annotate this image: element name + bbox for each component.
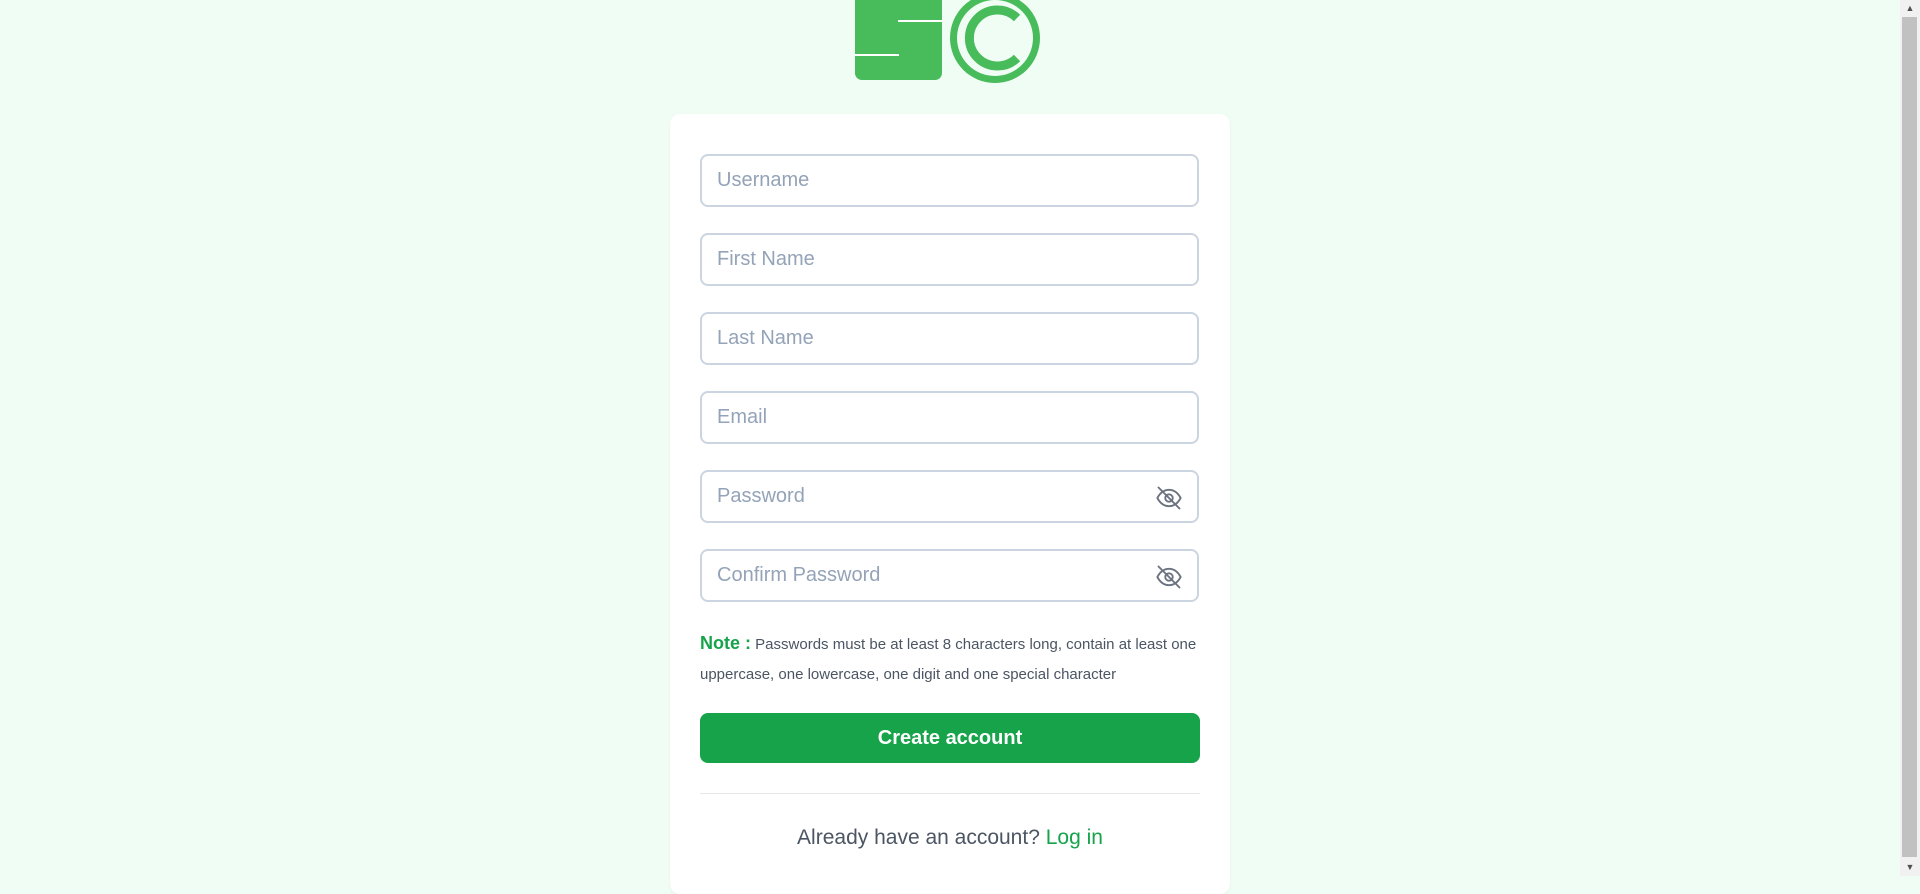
divider (700, 793, 1200, 794)
note-label: Note : (700, 633, 751, 653)
login-prompt-text: Already have an account? (797, 826, 1040, 849)
eye-off-icon[interactable] (1155, 484, 1183, 512)
logo (855, 0, 1040, 83)
create-account-button[interactable]: Create account (700, 713, 1200, 763)
username-input[interactable] (702, 156, 1197, 205)
confirm-password-input[interactable] (702, 551, 1197, 600)
first-name-field[interactable] (700, 233, 1199, 286)
password-field[interactable] (700, 470, 1199, 523)
last-name-input[interactable] (702, 314, 1197, 363)
scroll-up-arrow-icon[interactable]: ▲ (1900, 0, 1920, 17)
username-field[interactable] (700, 154, 1199, 207)
scrollbar-thumb[interactable] (1902, 17, 1917, 857)
email-input[interactable] (702, 393, 1197, 442)
password-note: Note : Passwords must be at least 8 char… (700, 628, 1200, 690)
note-text: Passwords must be at least 8 characters … (700, 636, 1197, 683)
eye-off-icon[interactable] (1155, 563, 1183, 591)
vertical-scrollbar[interactable]: ▲ ▼ (1900, 0, 1920, 876)
login-prompt: Already have an account? Log in (700, 826, 1200, 850)
scroll-down-arrow-icon[interactable]: ▼ (1900, 859, 1920, 876)
email-field[interactable] (700, 391, 1199, 444)
password-input[interactable] (702, 472, 1197, 521)
last-name-field[interactable] (700, 312, 1199, 365)
login-link[interactable]: Log in (1046, 826, 1103, 849)
signup-card: Note : Passwords must be at least 8 char… (670, 114, 1230, 894)
confirm-password-field[interactable] (700, 549, 1199, 602)
page: Note : Passwords must be at least 8 char… (0, 0, 1900, 894)
first-name-input[interactable] (702, 235, 1197, 284)
